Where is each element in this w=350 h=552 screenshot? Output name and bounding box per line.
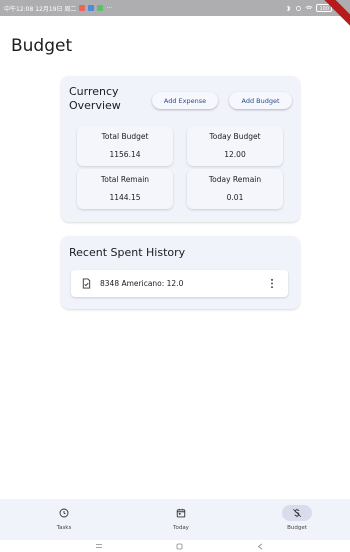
wifi-icon [305, 5, 313, 9]
clock-icon [59, 508, 69, 518]
total-remain-card: Total Remain 1144.15 [77, 169, 173, 209]
stat-value: 1144.15 [109, 193, 141, 202]
nav-icon-container [49, 505, 79, 521]
stat-value: 12.00 [224, 150, 246, 159]
history-title: Recent Spent History [69, 246, 186, 259]
overview-title: Currency Overview [69, 85, 121, 112]
stat-label: Total Remain [100, 175, 150, 184]
nav-item-today[interactable]: Today [141, 499, 221, 540]
back-icon[interactable] [257, 543, 263, 550]
page-title: Budget [11, 36, 73, 56]
nav-label: Budget [287, 525, 307, 531]
today-budget-card: Today Budget 12.00 [187, 126, 283, 166]
receipt-icon [82, 278, 91, 289]
status-left: 中午12:08 12月19日 周二 ··· [4, 4, 112, 13]
system-navigation-bar [0, 540, 350, 552]
menu-icon[interactable] [95, 543, 103, 549]
nav-label: Today [173, 525, 189, 531]
more-vert-icon[interactable] [270, 278, 274, 289]
stat-label: Total Budget [101, 132, 149, 141]
status-bar: 中午12:08 12月19日 周二 ··· 100 [0, 0, 350, 29]
stat-label: Today Budget [209, 132, 261, 141]
home-icon[interactable] [176, 543, 183, 550]
stat-value: 0.01 [226, 193, 244, 202]
list-item[interactable]: 8348 Americano: 12.0 [71, 270, 288, 297]
notification-icon [97, 5, 104, 11]
add-budget-button[interactable]: Add Budget [229, 92, 292, 109]
today-remain-card: Today Remain 0.01 [187, 169, 283, 209]
nav-item-tasks[interactable]: Tasks [24, 499, 104, 540]
bluetooth-icon [287, 5, 291, 11]
nav-label: Tasks [56, 525, 72, 531]
calendar-icon [176, 508, 186, 518]
vibrate-icon [296, 5, 302, 11]
stat-label: Today Remain [208, 175, 262, 184]
bottom-navigation: Tasks Today Budget [0, 499, 350, 540]
nav-item-budget[interactable]: Budget [257, 499, 337, 540]
total-budget-card: Total Budget 1156.14 [77, 126, 173, 166]
status-time: 中午12:08 12月19日 周二 [4, 5, 77, 13]
money-off-icon [292, 508, 302, 518]
recent-history-card: Recent Spent History 8348 Americano: 12.… [61, 236, 300, 309]
history-item-text: 8348 Americano: 12.0 [100, 279, 184, 288]
currency-overview-card: Currency Overview Add Expense Add Budget… [61, 76, 300, 222]
nav-active-indicator [282, 505, 312, 521]
status-more: ··· [106, 4, 113, 12]
stat-value: 1156.14 [109, 150, 141, 159]
nav-icon-container [166, 505, 196, 521]
notification-icon [79, 5, 86, 11]
add-expense-button[interactable]: Add Expense [152, 92, 218, 109]
notification-icon [88, 5, 95, 11]
status-right: 100 [285, 4, 332, 12]
